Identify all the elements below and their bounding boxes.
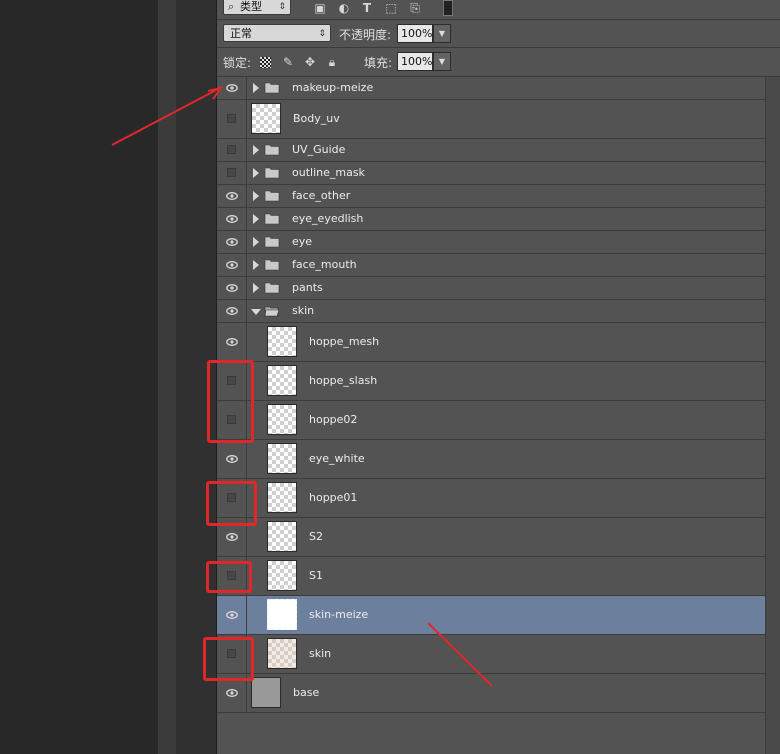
annotation-arrows <box>111 86 493 687</box>
annotation-arrow <box>111 87 221 146</box>
annotation-arrow <box>427 622 493 687</box>
